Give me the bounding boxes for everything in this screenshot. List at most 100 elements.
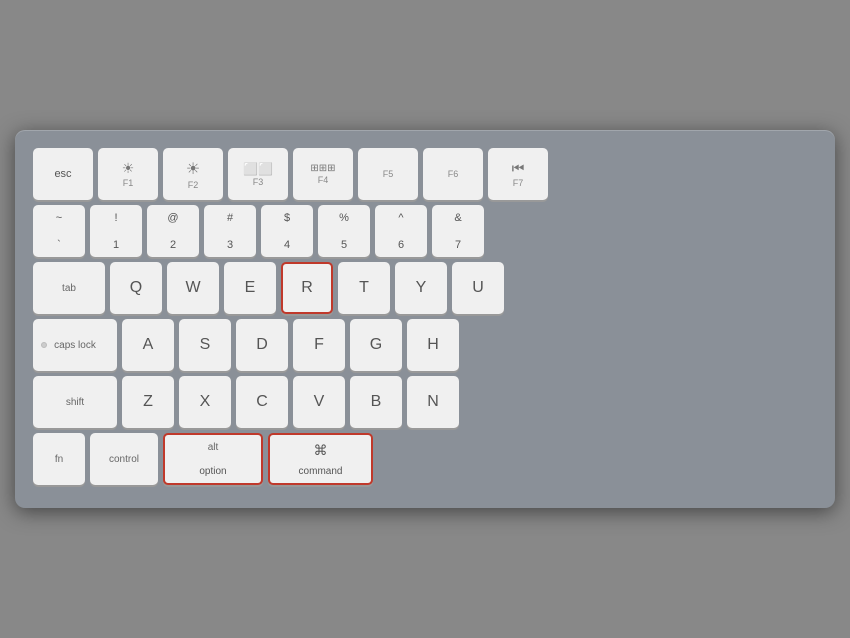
six-char: 6 xyxy=(398,239,404,251)
key-control[interactable]: control xyxy=(90,433,158,485)
key-q[interactable]: Q xyxy=(110,262,162,314)
at-char: @ xyxy=(167,212,178,224)
key-shift[interactable]: shift xyxy=(33,376,117,428)
caret-char: ^ xyxy=(398,212,403,224)
key-h[interactable]: H xyxy=(407,319,459,371)
f3-label: F3 xyxy=(253,177,264,187)
tab-label: tab xyxy=(62,283,76,294)
key-option[interactable]: alt option xyxy=(163,433,263,485)
key-x[interactable]: X xyxy=(179,376,231,428)
key-tab[interactable]: tab xyxy=(33,262,105,314)
w-label: W xyxy=(185,279,200,297)
f2-icon: ☀ xyxy=(186,159,200,179)
key-u[interactable]: U xyxy=(452,262,504,314)
command-icon: ⌘ xyxy=(314,442,328,459)
shift-label: shift xyxy=(66,397,84,408)
f1-label: F1 xyxy=(123,178,134,188)
key-7[interactable]: & 7 xyxy=(432,205,484,257)
t-label: T xyxy=(359,279,369,297)
key-w[interactable]: W xyxy=(167,262,219,314)
seven-char: 7 xyxy=(455,239,461,251)
c-label: C xyxy=(256,393,268,411)
f4-label: F4 xyxy=(318,175,329,185)
key-capslock[interactable]: caps lock xyxy=(33,319,117,371)
u-label: U xyxy=(472,279,484,297)
f7-icon: ⏮ xyxy=(512,160,525,177)
esc-label: esc xyxy=(54,168,71,180)
r-label: R xyxy=(301,279,313,297)
key-3[interactable]: # 3 xyxy=(204,205,256,257)
key-v[interactable]: V xyxy=(293,376,345,428)
n-label: N xyxy=(427,393,439,411)
f3-icon: ⬜⬜ xyxy=(243,162,273,176)
key-t[interactable]: T xyxy=(338,262,390,314)
key-z[interactable]: Z xyxy=(122,376,174,428)
key-f7[interactable]: ⏮ F7 xyxy=(488,148,548,200)
caps-led xyxy=(41,342,47,348)
key-6[interactable]: ^ 6 xyxy=(375,205,427,257)
key-command[interactable]: ⌘ command xyxy=(268,433,373,485)
alt-label: alt xyxy=(208,442,219,453)
v-label: V xyxy=(314,393,325,411)
key-4[interactable]: $ 4 xyxy=(261,205,313,257)
f5-label: F5 xyxy=(383,169,394,179)
key-d[interactable]: D xyxy=(236,319,288,371)
key-f1[interactable]: ☀ F1 xyxy=(98,148,158,200)
option-label: option xyxy=(199,466,226,477)
h-label: H xyxy=(427,336,439,354)
backtick-char: ` xyxy=(57,239,61,251)
hash-char: # xyxy=(227,212,233,224)
b-label: B xyxy=(371,393,382,411)
key-s[interactable]: S xyxy=(179,319,231,371)
key-r[interactable]: R xyxy=(281,262,333,314)
five-char: 5 xyxy=(341,239,347,251)
tilde-char: ~ xyxy=(56,212,62,224)
key-n[interactable]: N xyxy=(407,376,459,428)
key-e[interactable]: E xyxy=(224,262,276,314)
three-char: 3 xyxy=(227,239,233,251)
key-f3[interactable]: ⬜⬜ F3 xyxy=(228,148,288,200)
key-1[interactable]: ! 1 xyxy=(90,205,142,257)
number-row: ~ ` ! 1 @ 2 # 3 $ 4 % 5 ^ 6 & 7 xyxy=(33,205,817,257)
four-char: 4 xyxy=(284,239,290,251)
d-label: D xyxy=(256,336,268,354)
f2-label: F2 xyxy=(188,180,199,190)
key-backtick[interactable]: ~ ` xyxy=(33,205,85,257)
e-label: E xyxy=(245,279,256,297)
s-label: S xyxy=(200,336,211,354)
g-label: G xyxy=(370,336,382,354)
key-g[interactable]: G xyxy=(350,319,402,371)
key-a[interactable]: A xyxy=(122,319,174,371)
key-2[interactable]: @ 2 xyxy=(147,205,199,257)
asdf-row: caps lock A S D F G H xyxy=(33,319,817,371)
y-label: Y xyxy=(416,279,427,297)
fn-label: fn xyxy=(55,454,63,465)
f7-label: F7 xyxy=(513,178,524,188)
x-label: X xyxy=(200,393,211,411)
key-f6[interactable]: F6 xyxy=(423,148,483,200)
two-char: 2 xyxy=(170,239,176,251)
key-f[interactable]: F xyxy=(293,319,345,371)
f-label: F xyxy=(314,336,324,354)
z-label: Z xyxy=(143,393,153,411)
key-b[interactable]: B xyxy=(350,376,402,428)
key-c[interactable]: C xyxy=(236,376,288,428)
dollar-char: $ xyxy=(284,212,290,224)
key-fn[interactable]: fn xyxy=(33,433,85,485)
percent-char: % xyxy=(339,212,349,224)
key-5[interactable]: % 5 xyxy=(318,205,370,257)
f6-label: F6 xyxy=(448,169,459,179)
zxcv-row: shift Z X C V B N xyxy=(33,376,817,428)
qwerty-row: tab Q W E R T Y U xyxy=(33,262,817,314)
capslock-label: caps lock xyxy=(54,340,96,351)
exclaim-char: ! xyxy=(114,212,117,224)
q-label: Q xyxy=(130,279,142,297)
amp-char: & xyxy=(454,212,461,224)
f1-icon: ☀ xyxy=(122,160,135,177)
key-f4[interactable]: ⊞⊞⊞ F4 xyxy=(293,148,353,200)
key-f5[interactable]: F5 xyxy=(358,148,418,200)
command-label: command xyxy=(299,466,343,477)
key-f2[interactable]: ☀ F2 xyxy=(163,148,223,200)
key-y[interactable]: Y xyxy=(395,262,447,314)
key-esc[interactable]: esc xyxy=(33,148,93,200)
